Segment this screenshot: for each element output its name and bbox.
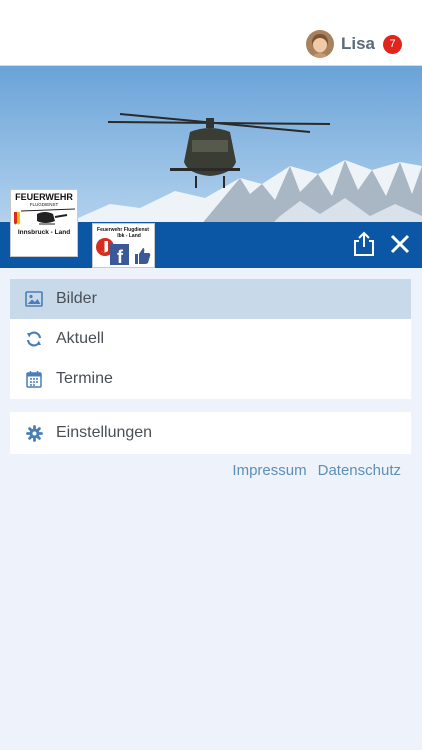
top-bar: Lisa 7 (0, 0, 422, 66)
image-icon (24, 289, 44, 309)
menu-item-bilder[interactable]: Bilder (10, 279, 411, 319)
svg-text:f: f (117, 247, 124, 267)
gear-icon (24, 423, 44, 443)
menu-label-aktuell: Aktuell (56, 330, 105, 347)
menu-item-aktuell[interactable]: Aktuell (10, 319, 411, 359)
settings-menu: Einstellungen (10, 412, 411, 454)
logo-feuerwehr-flugdienst: FEUERWEHR FLUGDIENST Innsbruck - Land (10, 189, 78, 257)
menu-label-termine: Termine (56, 370, 113, 387)
menu-label-einstellungen: Einstellungen (56, 424, 153, 441)
datenschutz-link[interactable]: Datenschutz (318, 462, 401, 479)
user-menu[interactable]: Lisa 7 (305, 30, 402, 58)
impressum-link[interactable]: Impressum (232, 462, 306, 479)
notification-badge[interactable]: 7 (383, 34, 402, 54)
username[interactable]: Lisa (341, 34, 375, 54)
calendar-icon (24, 369, 44, 389)
menu-label-bilder: Bilder (56, 290, 97, 307)
svg-text:Innsbruck - Land: Innsbruck - Land (18, 229, 70, 236)
svg-text:Ibk - Land: Ibk - Land (117, 233, 141, 239)
menu-item-einstellungen[interactable]: Einstellungen (10, 412, 411, 454)
refresh-icon (24, 329, 44, 349)
main-menu: Bilder Aktuell Termine (10, 279, 411, 399)
close-icon[interactable] (386, 230, 414, 258)
user-avatar[interactable] (305, 30, 334, 58)
footer-links: Impressum Datenschutz (232, 462, 401, 479)
svg-text:FLUGDIENST: FLUGDIENST (30, 202, 59, 207)
logo-facebook-flugdienst[interactable]: Feuerwehr Flugdienst Ibk - Land f (92, 223, 155, 268)
share-icon[interactable] (350, 230, 378, 258)
menu-item-termine[interactable]: Termine (10, 359, 411, 399)
svg-text:FEUERWEHR: FEUERWEHR (15, 192, 73, 202)
